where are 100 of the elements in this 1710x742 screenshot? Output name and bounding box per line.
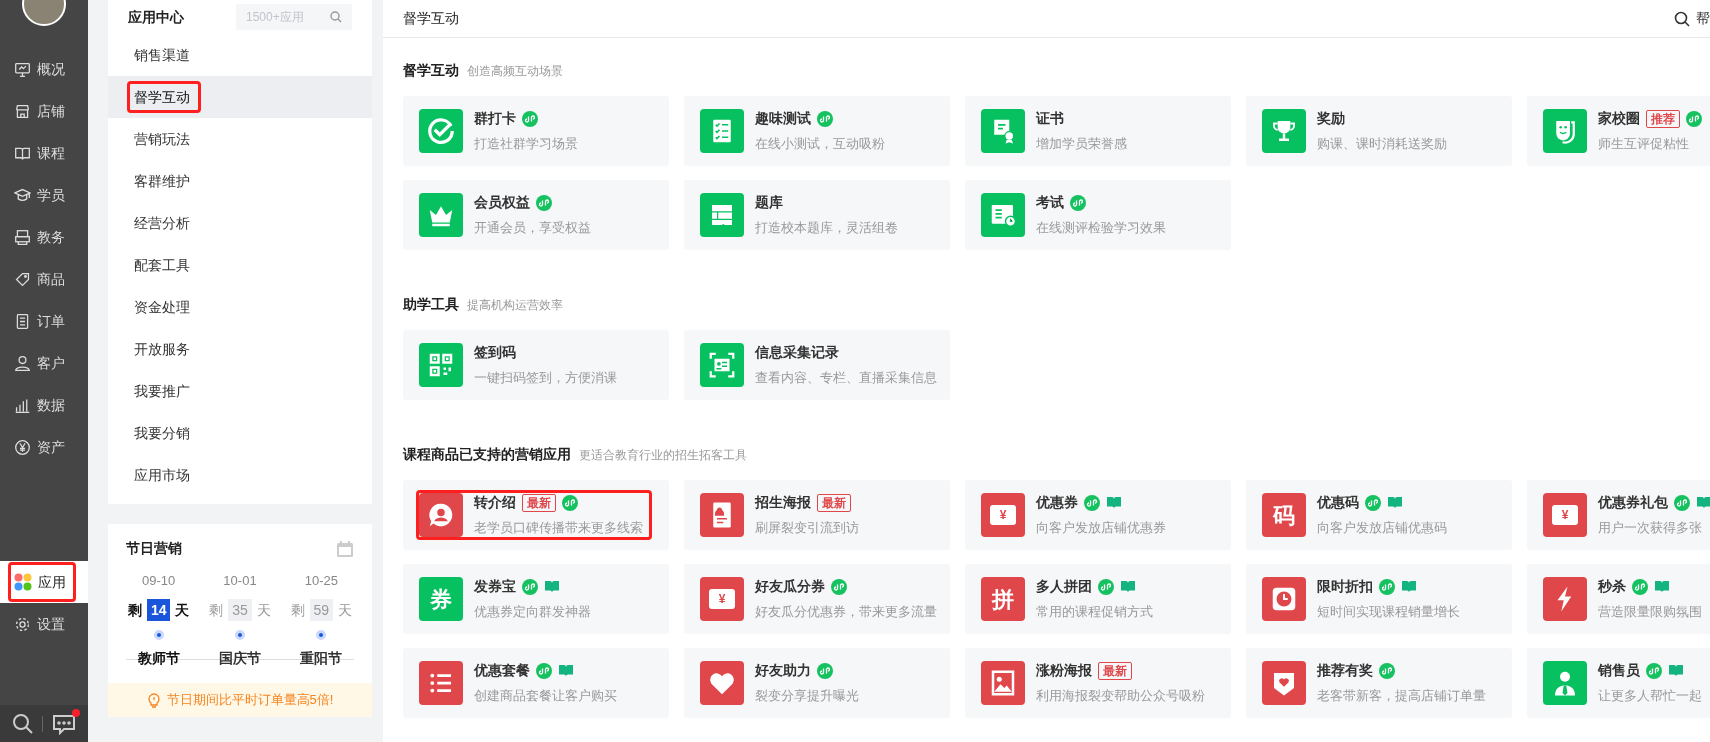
nav-item[interactable]: 店铺 <box>0 90 88 132</box>
holiday-date: 09-10 <box>142 572 176 590</box>
section-title: 督学互动 <box>403 61 459 80</box>
app-description: 购课、课时消耗送奖励 <box>1317 135 1447 154</box>
days-left-label: 剩 <box>290 600 305 620</box>
app-description: 打造校本题库，灵活组卷 <box>755 219 898 238</box>
app-card[interactable]: 好友助力 裂变分享提升曝光 <box>684 648 950 718</box>
nav-item[interactable]: 课程 <box>0 132 88 174</box>
days-count: 14 <box>146 599 171 621</box>
app-description: 好友瓜分优惠券，带来更多流量 <box>755 603 937 622</box>
days-unit: 天 <box>338 600 353 620</box>
app-title: 会员权益 <box>474 193 530 213</box>
app-card[interactable]: 奖励 购课、课时消耗送奖励 <box>1246 96 1512 166</box>
holiday-name: 国庆节 <box>219 649 261 668</box>
panel-title: 应用中心 <box>128 7 184 27</box>
app-title: 群打卡 <box>474 109 516 129</box>
app-card[interactable]: 考试 在线测评检验学习效果 <box>965 180 1231 250</box>
document-icon <box>14 312 31 330</box>
submenu-item[interactable]: 督学互动 <box>108 76 372 118</box>
settings-icon <box>14 615 31 633</box>
app-card[interactable]: 趣味测试 在线小测试，互动吸粉 <box>684 96 950 166</box>
search-icon[interactable] <box>1674 10 1690 27</box>
app-title: 优惠码 <box>1317 493 1359 513</box>
app-card[interactable]: 证书 增加学员荣誉感 <box>965 96 1231 166</box>
app-title: 好友助力 <box>755 661 811 681</box>
apps-icon <box>14 573 32 591</box>
app-description: 查看内容、专栏、直播采集信息 <box>755 369 937 388</box>
section-title: 助学工具 <box>403 295 459 314</box>
app-description: 打造社群学习场景 <box>474 135 578 154</box>
app-card[interactable]: 招生海报 最新 刷屏裂变引流到访 <box>684 480 950 550</box>
nav-item[interactable]: 设置 <box>0 603 88 645</box>
help-link[interactable]: 帮 <box>1696 8 1710 29</box>
app-title: 推荐有奖 <box>1317 661 1373 681</box>
app-description: 开通会员，享受权益 <box>474 219 591 238</box>
app-description: 常用的课程促销方式 <box>1036 603 1153 622</box>
nav-item[interactable]: 商品 <box>0 258 88 300</box>
app-description: 师生互评促粘性 <box>1598 135 1690 154</box>
nav-item[interactable]: 教务 <box>0 216 88 258</box>
app-description: 在线小测试，互动吸粉 <box>755 135 885 154</box>
holiday-name: 教师节 <box>137 649 180 668</box>
app-description: 老客带新客，提高店铺订单量 <box>1317 687 1486 706</box>
app-title: 证书 <box>1036 109 1064 129</box>
app-card[interactable]: 会员权益 开通会员，享受权益 <box>403 180 669 250</box>
app-card[interactable]: 推荐有奖 老客带新客，提高店铺订单量 <box>1246 648 1512 718</box>
section-title: 课程商品已支持的营销应用 <box>403 445 571 464</box>
glyph-icon: 券 <box>419 577 463 621</box>
app-card[interactable]: 题库 打造校本题库，灵活组卷 <box>684 180 950 250</box>
app-card[interactable]: 拼 多人拼团 常用的课程促销方式 <box>965 564 1231 634</box>
app-title: 好友瓜分券 <box>755 577 825 597</box>
nav-item[interactable]: 资产 <box>0 426 88 468</box>
app-description: 老学员口碑传播带来更多线索 <box>474 519 643 538</box>
section-subtitle: 创造高频互动场景 <box>467 63 563 80</box>
app-card[interactable]: ¥ 优惠券 向客户发放店铺优惠券 <box>965 480 1231 550</box>
nav-item[interactable]: 概况 <box>0 48 88 90</box>
app-title: 招生海报 <box>755 493 811 513</box>
app-card[interactable]: 限时折扣 短时间实现课程销量增长 <box>1246 564 1512 634</box>
monitor-icon <box>14 60 31 78</box>
badge: 推荐 <box>1646 109 1680 128</box>
app-description: 短时间实现课程销量增长 <box>1317 603 1460 622</box>
app-card[interactable]: 群打卡 打造社群学习场景 <box>403 96 669 166</box>
store-icon <box>14 102 31 120</box>
app-card[interactable]: 码 优惠码 向客户发放店铺优惠码 <box>1246 480 1512 550</box>
app-description: 一键扫码签到，方便消课 <box>474 369 617 388</box>
app-card[interactable]: 券 发券宝 优惠券定向群发神器 <box>403 564 669 634</box>
app-card[interactable]: 秒杀 营造限量限购氛围 <box>1527 564 1710 634</box>
nav-item[interactable]: 订单 <box>0 300 88 342</box>
search-icon[interactable] <box>12 712 35 735</box>
app-description: 创建商品套餐让客户购买 <box>474 687 617 706</box>
glyph-icon: 拼 <box>981 577 1025 621</box>
days-left-label: 剩 <box>127 600 142 620</box>
ticket-icon: ¥ <box>981 493 1025 537</box>
app-card[interactable]: 转介绍 最新 老学员口碑传播带来更多线索 <box>403 480 669 550</box>
nav-item[interactable]: 客户 <box>0 342 88 384</box>
app-description: 优惠券定向群发神器 <box>474 603 591 622</box>
tip-text: 节日期间比平时订单量高5倍! <box>166 691 334 710</box>
app-description: 裂变分享提升曝光 <box>755 687 859 706</box>
app-title: 转介绍 <box>474 493 516 513</box>
app-description: 向客户发放店铺优惠券 <box>1036 519 1166 538</box>
app-title: 秒杀 <box>1598 577 1626 597</box>
app-card[interactable]: 家校圈 推荐 师生互评促粘性 <box>1527 96 1710 166</box>
app-title: 奖励 <box>1317 109 1345 129</box>
app-title: 家校圈 <box>1598 109 1640 129</box>
app-description: 刷屏裂变引流到访 <box>755 519 859 538</box>
app-card[interactable]: 签到码 一键扫码签到，方便消课 <box>403 330 669 400</box>
app-title: 多人拼团 <box>1036 577 1092 597</box>
lightbulb-icon <box>146 692 161 708</box>
app-card[interactable]: 优惠套餐 创建商品套餐让客户购买 <box>403 648 669 718</box>
badge: 最新 <box>522 493 556 512</box>
app-title: 优惠券 <box>1036 493 1078 513</box>
app-card[interactable]: 涨粉海报 最新 利用海报裂变帮助公众号吸粉 <box>965 648 1231 718</box>
nav-item[interactable]: 学员 <box>0 174 88 216</box>
section-subtitle: 提高机构运营效率 <box>467 297 563 314</box>
holiday-date: 10-25 <box>304 572 338 590</box>
holiday-date: 10-01 <box>223 572 257 590</box>
badge: 最新 <box>1098 661 1132 680</box>
ticket-icon: ¥ <box>700 577 744 621</box>
nav-item[interactable]: 应用 <box>0 561 88 603</box>
app-card[interactable]: ¥ 好友瓜分券 好友瓜分优惠券，带来更多流量 <box>684 564 950 634</box>
nav-item[interactable]: 数据 <box>0 384 88 426</box>
app-card[interactable]: 信息采集记录 查看内容、专栏、直播采集信息 <box>684 330 950 400</box>
